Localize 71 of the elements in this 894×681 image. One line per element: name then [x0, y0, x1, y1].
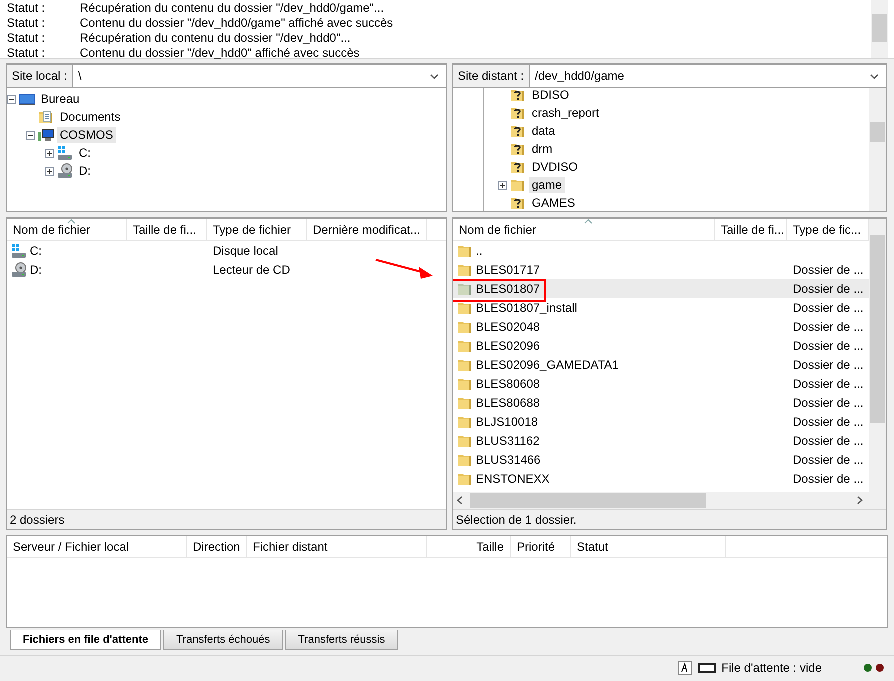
file-name[interactable]: D: — [30, 262, 42, 276]
column-header[interactable]: Taille de fi... — [715, 219, 787, 240]
file-name[interactable]: BLUS31466 — [476, 452, 541, 466]
file-type: Dossier de ... — [792, 262, 865, 276]
file-name[interactable]: ENSTONEXX — [476, 472, 550, 486]
column-header[interactable]: Nom de fichier — [7, 219, 127, 240]
file-name[interactable]: BLES02096_GAMEDATA1 — [476, 358, 619, 372]
column-header[interactable]: Taille de fi... — [127, 219, 207, 240]
queue-status: File d'attente : vide — [722, 660, 822, 674]
tree-item[interactable]: drm — [529, 141, 556, 157]
file-name[interactable]: BLES80608 — [476, 376, 540, 390]
file-type: Dossier de ... — [792, 414, 865, 428]
log-message: Contenu du dossier "/dev_hdd0" affiché avec succès — [80, 46, 360, 60]
log-label: Statut : — [6, 30, 46, 44]
column-header[interactable]: Statut — [571, 536, 726, 557]
file-name[interactable]: BLES01807_install — [476, 300, 578, 314]
log-label: Statut : — [6, 16, 46, 30]
column-header[interactable]: Type de fichier — [207, 219, 307, 240]
file-type: Dossier de ... — [792, 396, 865, 410]
file-type: Dossier de ... — [792, 434, 865, 448]
tab[interactable]: Fichiers en file d'attente — [10, 630, 162, 650]
tree-item[interactable]: COSMOS — [57, 127, 116, 143]
tree-item[interactable]: Documents — [57, 109, 124, 125]
tree-item[interactable]: BDISO — [529, 88, 572, 103]
file-type: Dossier de ... — [792, 376, 865, 390]
file-type: Dossier de ... — [792, 358, 865, 372]
file-name[interactable]: BLES80688 — [476, 396, 540, 410]
file-name[interactable]: BLES02096 — [476, 338, 540, 352]
log-message: Récupération du contenu du dossier "/dev_hdd0/game"... — [80, 0, 384, 14]
column-header[interactable]: Taille — [427, 536, 511, 557]
tree-item[interactable]: D: — [76, 163, 94, 179]
file-name[interactable]: BLUS31162 — [476, 434, 540, 448]
file-type: Lecteur de CD — [212, 262, 292, 276]
column-header[interactable]: Serveur / Fichier local — [7, 536, 187, 557]
column-header[interactable]: Priorité — [511, 536, 571, 557]
file-name[interactable]: C: — [30, 244, 42, 258]
tab[interactable]: Transferts réussis — [285, 630, 398, 650]
file-name[interactable]: BLJS10018 — [476, 414, 538, 428]
tree-item[interactable]: C: — [76, 145, 94, 161]
file-type: Dossier de ... — [792, 320, 865, 334]
file-name[interactable]: BLES01717 — [476, 262, 540, 276]
status-text: Sélection de 1 dossier. — [453, 509, 886, 529]
file-name[interactable]: BLES02048 — [476, 320, 540, 334]
tree-item[interactable]: GAMES — [529, 195, 578, 211]
path-label: Site local : — [6, 63, 74, 88]
tree-item[interactable]: game — [529, 177, 566, 193]
path-field[interactable]: /dev_hdd0/game — [530, 63, 887, 88]
column-header[interactable]: Nom de fichier — [453, 219, 715, 240]
tree-item[interactable]: Bureau — [38, 91, 83, 107]
column-header[interactable]: Dernière modificat... — [307, 219, 427, 240]
file-type: Dossier de ... — [792, 300, 865, 314]
file-type: Dossier de ... — [792, 282, 865, 296]
column-header[interactable]: Fichier distant — [247, 536, 427, 557]
tab[interactable]: Transferts échoués — [163, 630, 284, 650]
file-type: Disque local — [212, 244, 280, 258]
tree-item[interactable]: crash_report — [529, 105, 602, 121]
path-field[interactable]: \ — [73, 63, 447, 88]
log-label: Statut : — [6, 46, 46, 60]
file-type: Dossier de ... — [792, 452, 865, 466]
status-text: 2 dossiers — [7, 509, 446, 529]
file-name[interactable]: BLES01807 — [476, 282, 540, 296]
tree-item[interactable]: data — [529, 123, 558, 139]
path-label: Site distant : — [452, 63, 530, 88]
log-label: Statut : — [6, 0, 46, 14]
file-type: Dossier de ... — [792, 472, 865, 486]
file-name[interactable]: .. — [476, 244, 483, 258]
column-header[interactable]: Direction — [187, 536, 247, 557]
log-message: Récupération du contenu du dossier "/dev_hdd0"... — [80, 30, 351, 44]
tree-item[interactable]: DVDISO — [529, 159, 582, 175]
file-type: Dossier de ... — [792, 338, 865, 352]
log-message: Contenu du dossier "/dev_hdd0/game" affiché avec succès — [80, 16, 394, 30]
